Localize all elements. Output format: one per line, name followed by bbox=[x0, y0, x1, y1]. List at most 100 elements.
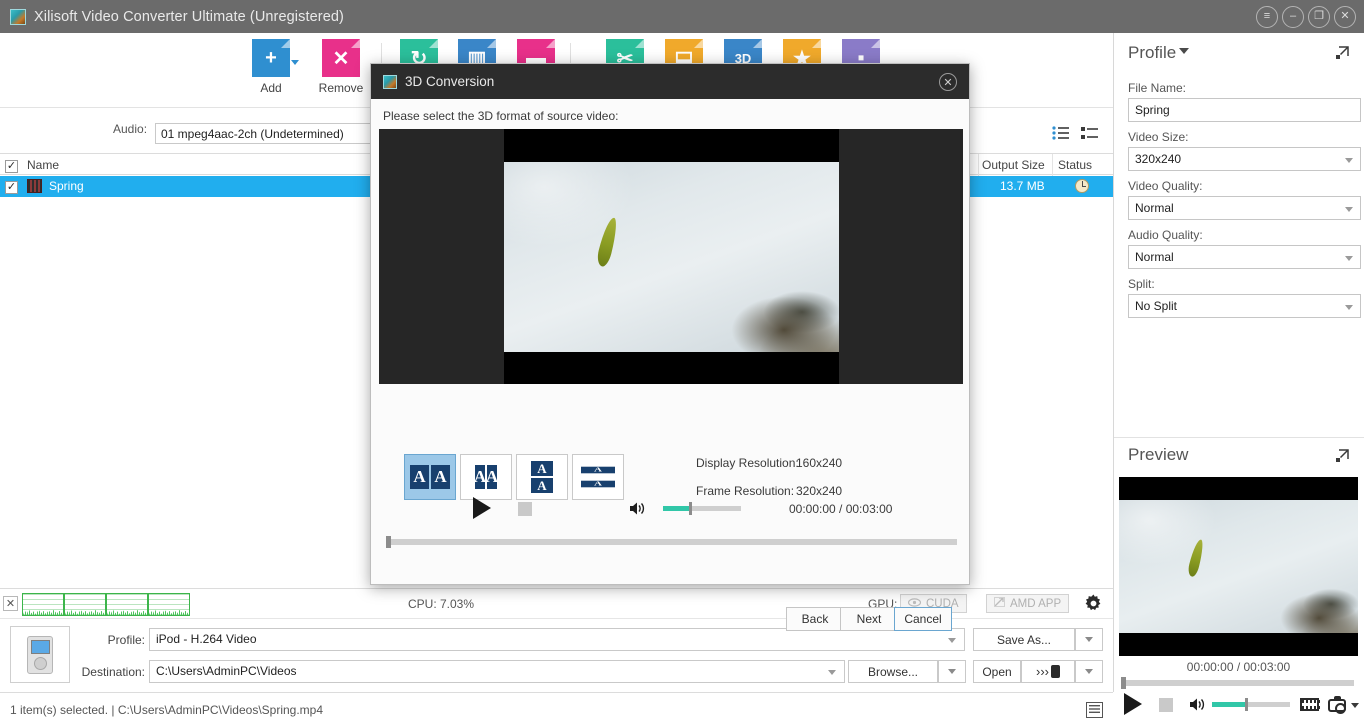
minimize-button[interactable]: – bbox=[1282, 5, 1304, 28]
window-title: Xilisoft Video Converter Ultimate (Unreg… bbox=[34, 8, 344, 25]
field-video-size: Video Size: 320x240 bbox=[1128, 130, 1361, 171]
dialog-stop-button[interactable] bbox=[518, 502, 532, 516]
dialog-scrubber[interactable] bbox=[386, 536, 957, 548]
column-header-status[interactable]: Status bbox=[1058, 158, 1092, 172]
dialog-scrubber-knob[interactable] bbox=[386, 536, 391, 548]
list-view-icon[interactable] bbox=[1052, 126, 1069, 140]
cancel-button[interactable]: Cancel bbox=[894, 607, 952, 631]
label-split: Split: bbox=[1128, 277, 1155, 291]
dialog-play-button[interactable] bbox=[473, 497, 491, 519]
cpu-graph-1 bbox=[22, 593, 64, 616]
profile-expand-icon[interactable] bbox=[1334, 45, 1350, 61]
row-checkbox[interactable]: ✓ bbox=[5, 179, 18, 194]
row-output-size: 13.7 MB bbox=[1000, 179, 1045, 193]
close-graphs-button[interactable]: ✕ bbox=[3, 596, 18, 611]
add-dropdown-caret[interactable] bbox=[291, 60, 299, 65]
convert-dropdown[interactable] bbox=[1075, 660, 1103, 683]
convert-button[interactable]: ››› bbox=[1021, 660, 1075, 683]
split-select[interactable]: No Split bbox=[1128, 294, 1361, 318]
dialog-frame-image bbox=[504, 162, 839, 352]
amd-icon bbox=[994, 597, 1005, 610]
view-mode-buttons bbox=[1052, 126, 1098, 140]
gear-icon[interactable] bbox=[1084, 594, 1103, 616]
list-view-icon[interactable] bbox=[1086, 702, 1103, 721]
preview-video[interactable] bbox=[1119, 477, 1358, 656]
back-button[interactable]: Back bbox=[786, 607, 844, 631]
browse-button[interactable]: Browse... bbox=[848, 660, 938, 683]
profile-select[interactable]: iPod - H.264 Video bbox=[149, 628, 965, 651]
side-by-side-icon: A A bbox=[410, 465, 450, 489]
amd-app-toggle[interactable]: AMD APP bbox=[986, 594, 1070, 613]
destination-select[interactable]: C:\Users\AdminPC\Videos bbox=[149, 660, 845, 683]
audio-quality-select[interactable]: Normal bbox=[1128, 245, 1361, 269]
select-all-checkbox[interactable]: ✓ bbox=[5, 158, 18, 173]
browse-dropdown[interactable] bbox=[938, 660, 966, 683]
film-strip-icon[interactable] bbox=[1300, 698, 1321, 711]
preview-stop-button[interactable] bbox=[1159, 698, 1173, 712]
audio-label: Audio: bbox=[113, 122, 148, 136]
cpu-graph-3 bbox=[106, 593, 148, 616]
amd-label: AMD APP bbox=[1010, 597, 1062, 610]
volume-icon[interactable] bbox=[629, 501, 646, 519]
chevron-down-icon bbox=[948, 638, 956, 643]
preview-scrubber-knob[interactable] bbox=[1121, 677, 1126, 689]
convert-arrows: ››› bbox=[1036, 664, 1049, 679]
menu-button[interactable]: ≡ bbox=[1256, 5, 1278, 28]
save-as-dropdown[interactable] bbox=[1075, 628, 1103, 651]
chevron-down-icon bbox=[1345, 305, 1353, 310]
top-bottom-anamorphic-icon: A A bbox=[581, 464, 615, 490]
dialog-title: 3D Conversion bbox=[405, 74, 495, 89]
chevron-down-icon[interactable] bbox=[1179, 48, 1190, 54]
video-quality-select[interactable]: Normal bbox=[1128, 196, 1361, 220]
camera-icon[interactable] bbox=[1328, 696, 1346, 714]
profile-label: Profile: bbox=[107, 633, 145, 647]
dialog-timecode: 00:00:00 / 00:03:00 bbox=[789, 502, 893, 516]
close-button[interactable]: ✕ bbox=[1334, 5, 1356, 28]
preview-play-button[interactable] bbox=[1124, 693, 1142, 715]
toolbar-label-remove: Remove bbox=[318, 81, 364, 95]
detail-view-icon[interactable] bbox=[1081, 126, 1098, 140]
column-header-name[interactable]: Name bbox=[27, 158, 59, 172]
dialog-video-preview[interactable] bbox=[379, 129, 963, 384]
page-title[interactable]: Profile bbox=[1128, 43, 1190, 63]
label-video-size: Video Size: bbox=[1128, 130, 1189, 144]
format-top-bottom[interactable]: A A bbox=[516, 454, 568, 500]
status-text: 1 item(s) selected. | C:\Users\AdminPC\V… bbox=[10, 703, 324, 717]
three-d-conversion-dialog: 3D Conversion ✕ Please select the 3D for… bbox=[370, 63, 970, 631]
label-audio-quality: Audio Quality: bbox=[1128, 228, 1203, 242]
format-top-bottom-anamorphic[interactable]: A A bbox=[572, 454, 624, 500]
preview-expand-icon[interactable] bbox=[1334, 448, 1350, 464]
dialog-volume-slider[interactable] bbox=[663, 502, 741, 515]
title-bar: Xilisoft Video Converter Ultimate (Unreg… bbox=[0, 0, 1364, 33]
frame-resolution-label: Frame Resolution: bbox=[696, 484, 795, 498]
app-icon bbox=[383, 74, 397, 89]
preview-scrubber[interactable] bbox=[1121, 677, 1354, 689]
remove-icon: ✕ bbox=[322, 39, 360, 77]
volume-icon[interactable] bbox=[1189, 697, 1206, 715]
video-file-icon bbox=[27, 179, 42, 193]
close-icon[interactable]: ✕ bbox=[939, 73, 957, 91]
restore-button[interactable]: ❐ bbox=[1308, 5, 1330, 28]
display-resolution-label: Display Resolution: bbox=[696, 456, 799, 470]
display-resolution-value: 160x240 bbox=[796, 456, 843, 470]
toolbar-item-add[interactable]: + Add bbox=[238, 39, 304, 95]
toolbar-item-remove[interactable]: ✕ Remove bbox=[308, 39, 374, 95]
audio-track-select[interactable]: 01 mpeg4aac-2ch (Undetermined) bbox=[155, 123, 377, 144]
split-value: No Split bbox=[1135, 299, 1178, 313]
clock-icon bbox=[1075, 179, 1089, 193]
chevron-down-icon bbox=[1345, 256, 1353, 261]
format-side-by-side[interactable]: A A bbox=[404, 454, 456, 500]
open-button[interactable]: Open bbox=[973, 660, 1021, 683]
format-side-by-side-half[interactable]: A A bbox=[460, 454, 512, 500]
column-header-output-size[interactable]: Output Size bbox=[982, 158, 1045, 172]
row-name: Spring bbox=[49, 179, 84, 193]
preview-volume-slider[interactable] bbox=[1212, 698, 1290, 711]
snapshot-dropdown-caret[interactable] bbox=[1351, 703, 1359, 708]
next-button[interactable]: Next bbox=[840, 607, 898, 631]
save-as-button[interactable]: Save As... bbox=[973, 628, 1075, 651]
cpu-usage-text: CPU: 7.03% bbox=[408, 597, 475, 611]
video-size-select[interactable]: 320x240 bbox=[1128, 147, 1361, 171]
file-name-input[interactable]: Spring bbox=[1128, 98, 1361, 122]
dialog-title-bar: 3D Conversion ✕ bbox=[371, 64, 969, 99]
cpu-graph-2 bbox=[64, 593, 106, 616]
